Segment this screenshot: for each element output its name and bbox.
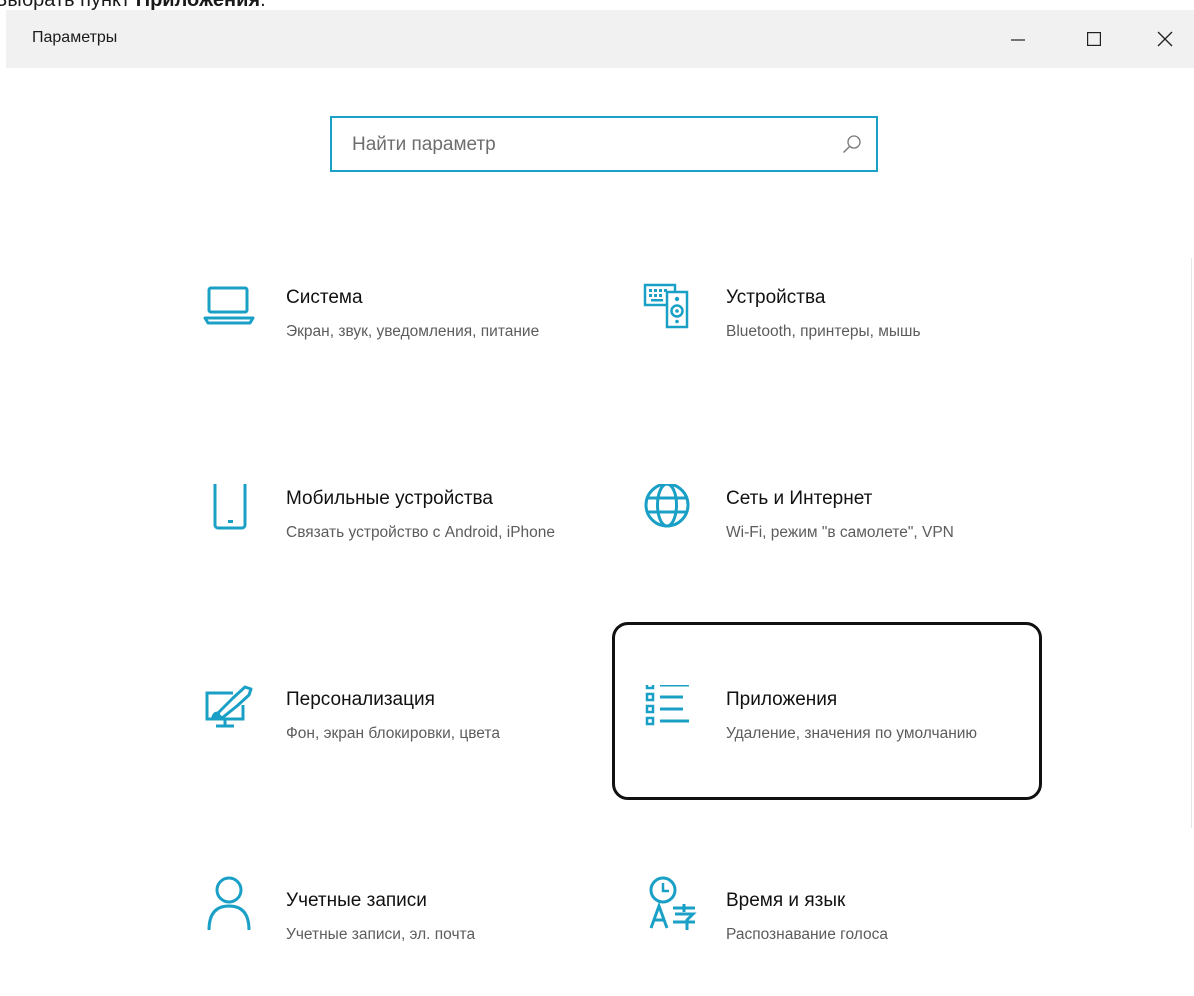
personalization-icon: [205, 685, 253, 728]
tile-mobile-devices[interactable]: Мобильные устройства Связать устройство …: [203, 484, 603, 594]
laptop-icon: [203, 286, 255, 325]
tile-title: Мобильные устройства: [286, 488, 493, 509]
tile-title: Время и язык: [726, 890, 846, 911]
tile-devices[interactable]: Устройства Bluetooth, принтеры, мышь: [643, 283, 1043, 393]
tile-subtitle: Bluetooth, принтеры, мышь: [726, 323, 921, 340]
close-button[interactable]: [1130, 10, 1194, 68]
tile-subtitle: Учетные записи, эл. почта: [286, 926, 476, 943]
tile-network[interactable]: Сеть и Интернет Wi-Fi, режим "в самолете…: [643, 484, 1043, 594]
tile-subtitle: Удаление, значения по умолчанию: [726, 725, 978, 742]
person-icon: [207, 876, 251, 930]
apps-list-icon: [645, 685, 689, 726]
phone-icon: [213, 484, 247, 530]
tile-subtitle: Фон, экран блокировки, цвета: [286, 725, 500, 742]
devices-icon: [643, 283, 689, 329]
tile-personalization[interactable]: Персонализация Фон, экран блокировки, цв…: [203, 685, 603, 795]
window-titlebar: Параметры: [6, 10, 1194, 68]
search-input[interactable]: [350, 118, 834, 172]
tile-title: Персонализация: [286, 689, 435, 710]
time-language-icon: [649, 876, 697, 930]
window-title: Параметры: [32, 29, 118, 46]
tile-title: Учетные записи: [286, 890, 427, 911]
tile-title: Устройства: [726, 287, 826, 308]
tile-subtitle: Экран, звук, уведомления, питание: [286, 323, 540, 340]
minimize-icon: [1011, 39, 1025, 41]
maximize-icon: [1087, 32, 1101, 46]
tile-apps[interactable]: Приложения Удаление, значения по умолчан…: [643, 685, 1043, 795]
tile-subtitle: Wi-Fi, режим "в самолете", VPN: [726, 524, 954, 541]
tile-accounts[interactable]: Учетные записи Учетные записи, эл. почта: [203, 876, 603, 996]
tile-subtitle: Распознавание голоса: [726, 926, 888, 943]
globe-icon: [644, 484, 690, 528]
minimize-button[interactable]: [983, 10, 1053, 68]
tile-title: Сеть и Интернет: [726, 488, 873, 509]
close-icon: [1157, 31, 1173, 47]
tile-title: Система: [286, 287, 363, 308]
search-icon: [843, 135, 861, 153]
tile-subtitle: Связать устройство с Android, iPhone: [286, 524, 556, 541]
tile-system[interactable]: Система Экран, звук, уведомления, питани…: [203, 283, 603, 393]
scrollbar-track[interactable]: [1191, 258, 1192, 828]
maximize-button[interactable]: [1059, 10, 1129, 68]
tile-title: Приложения: [726, 689, 838, 710]
tile-time-language[interactable]: Время и язык Распознавание голоса: [643, 876, 1043, 996]
search-box[interactable]: [330, 116, 878, 172]
